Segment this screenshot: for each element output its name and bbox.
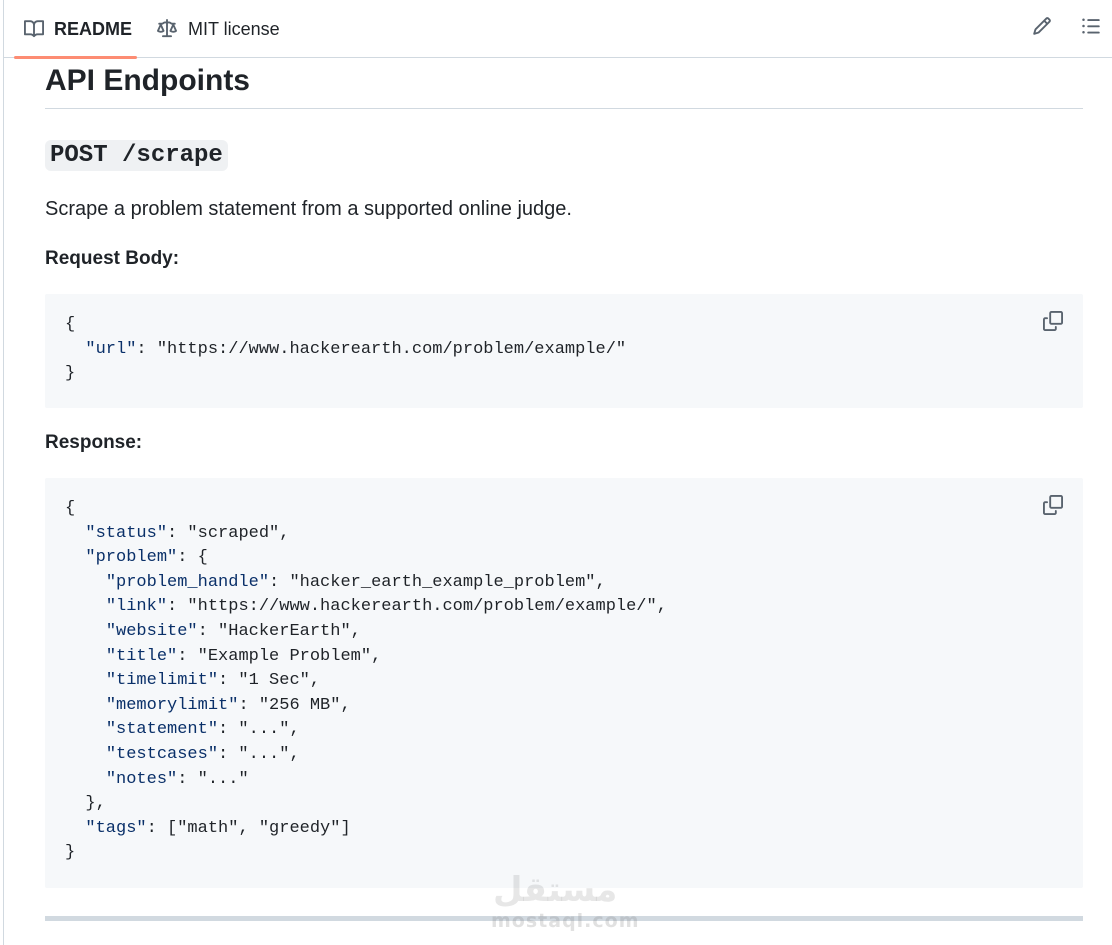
tab-readme-label: README (54, 18, 133, 39)
edit-readme-button[interactable] (1030, 16, 1054, 40)
request-code: { "url": "https://www.hackerearth.com/pr… (65, 315, 627, 384)
tab-bar: README MIT license (4, 0, 1112, 59)
section-heading: API Endpoints (45, 58, 1083, 109)
tab-readme[interactable]: README (14, 0, 137, 59)
list-unordered-icon (1081, 16, 1101, 41)
copy-icon (1043, 310, 1063, 336)
request-code-block: { "url": "https://www.hackerearth.com/pr… (45, 294, 1083, 408)
endpoint-code: POST /scrape (45, 140, 228, 171)
watermark-logo: مستقل (493, 870, 618, 910)
copy-response-button[interactable] (1041, 494, 1065, 520)
response-code-block: { "status": "scraped", "problem": { "pro… (45, 478, 1083, 888)
endpoint-heading: POST /scrape (45, 140, 228, 171)
request-body-label: Request Body: (45, 248, 180, 269)
readme-content: API Endpoints POST /scrape Scrape a prob… (45, 58, 1083, 932)
copy-icon (1043, 494, 1063, 520)
copy-request-button[interactable] (1041, 310, 1065, 336)
endpoint-description: Scrape a problem statement from a suppor… (45, 198, 572, 220)
tab-license[interactable]: MIT license (156, 0, 280, 58)
readme-panel: README MIT license API Endpoints POST /s… (3, 0, 1112, 945)
watermark-domain: mostaql.com (491, 910, 640, 932)
tab-license-label: MIT license (188, 18, 280, 39)
pencil-icon (1032, 16, 1052, 41)
book-icon (24, 19, 44, 39)
outline-button[interactable] (1079, 16, 1103, 40)
response-label: Response: (45, 432, 143, 453)
law-icon (156, 19, 178, 39)
response-code: { "status": "scraped", "problem": { "pro… (65, 499, 667, 863)
